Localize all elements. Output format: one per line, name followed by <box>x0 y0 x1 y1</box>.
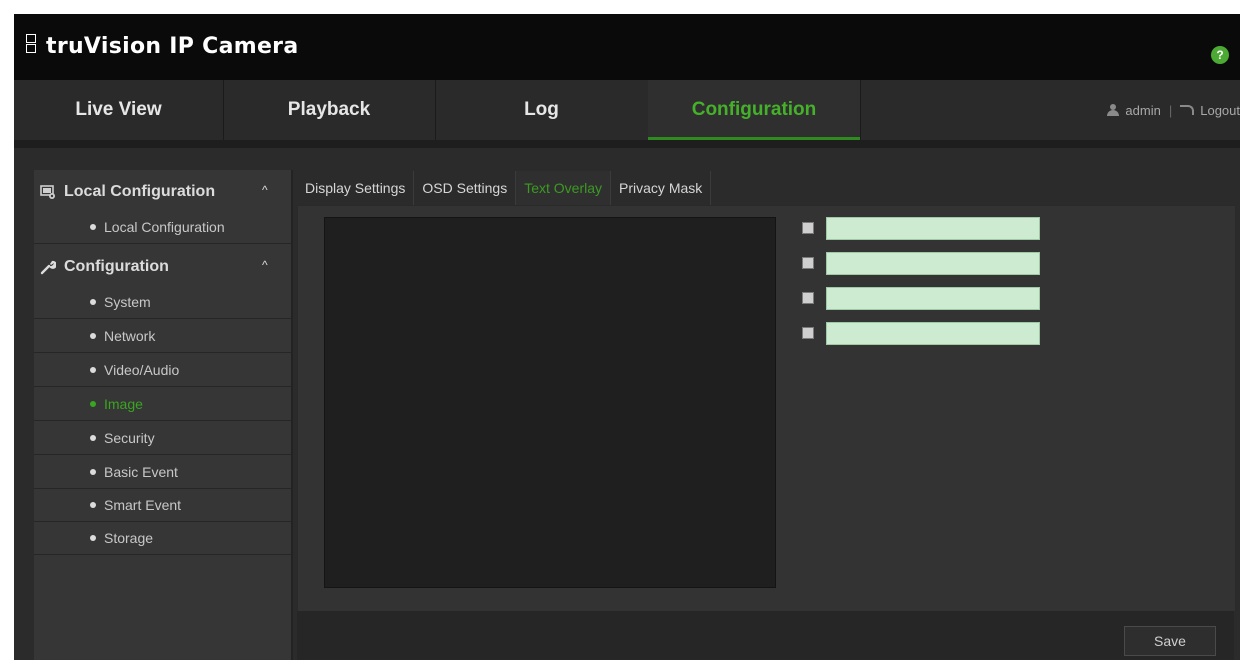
overlay-checkbox-3[interactable] <box>802 292 814 304</box>
user-icon <box>1107 104 1120 116</box>
overlay-text-input-3[interactable] <box>826 287 1040 310</box>
sidebar-item-label: Basic Event <box>104 463 178 480</box>
tab-privacy-mask[interactable]: Privacy Mask <box>611 171 712 205</box>
bullet-icon <box>90 298 96 305</box>
help-icon[interactable]: ? <box>1211 46 1229 64</box>
bullet-icon <box>90 534 96 541</box>
sidebar-item-local-configuration[interactable]: Local Configuration <box>34 210 291 244</box>
sidebar-item-security[interactable]: Security <box>34 421 291 455</box>
sidebar-section-local-configuration[interactable]: Local Configuration ^ <box>34 175 291 209</box>
overlay-checkbox-2[interactable] <box>802 257 814 269</box>
logout-link[interactable]: Logout <box>1200 103 1240 118</box>
sidebar-item-label: Network <box>104 327 156 344</box>
brand-logo: truVision IP Camera <box>24 30 298 60</box>
sidebar-item-smart-event[interactable]: Smart Event <box>34 488 291 522</box>
bullet-icon <box>90 434 96 441</box>
sidebar-item-network[interactable]: Network <box>34 319 291 353</box>
camera-logo-icon <box>24 34 44 60</box>
nav-divider <box>14 140 1240 148</box>
sidebar-item-label: Image <box>104 395 143 412</box>
overlay-text-input-2[interactable] <box>826 252 1040 275</box>
sidebar-item-label: Smart Event <box>104 496 182 513</box>
collapse-caret-icon[interactable]: ^ <box>262 183 268 197</box>
overlay-row-3 <box>802 287 1042 311</box>
sidebar-item-label: Storage <box>104 529 154 546</box>
content-tabs: Display Settings OSD Settings Text Overl… <box>297 171 712 205</box>
sidebar-section-title: Local Configuration <box>64 183 216 200</box>
sidebar-item-storage[interactable]: Storage <box>34 521 291 555</box>
video-preview[interactable] <box>324 217 776 588</box>
bullet-icon <box>90 332 96 339</box>
logout-icon[interactable] <box>1180 105 1195 115</box>
footer-area <box>297 611 1234 660</box>
header-bar: truVision IP Camera ? <box>14 14 1240 80</box>
overlay-row-4 <box>802 322 1042 346</box>
wrench-icon <box>40 259 57 275</box>
local-config-icon <box>40 184 56 200</box>
sidebar-item-label: Local Configuration <box>104 218 225 235</box>
sidebar: Local Configuration ^ Local Configuratio… <box>34 170 291 660</box>
nav-tab-live-view[interactable]: Live View <box>14 80 224 140</box>
sidebar-item-basic-event[interactable]: Basic Event <box>34 455 291 489</box>
content-divider <box>291 170 293 660</box>
sidebar-item-label: Security <box>104 429 155 446</box>
nav-tab-log[interactable]: Log <box>435 80 649 140</box>
overlay-checkbox-1[interactable] <box>802 222 814 234</box>
separator: | <box>1168 102 1173 118</box>
tab-text-overlay[interactable]: Text Overlay <box>516 171 612 205</box>
sidebar-item-video-audio[interactable]: Video/Audio <box>34 353 291 387</box>
brand-title: truVision IP Camera <box>46 34 299 59</box>
sidebar-item-system[interactable]: System <box>34 285 291 319</box>
user-area: admin | Logout <box>1107 80 1240 140</box>
nav-tab-playback[interactable]: Playback <box>223 80 436 140</box>
bullet-icon <box>90 400 96 407</box>
bullet-icon <box>90 223 96 230</box>
text-overlay-panel <box>297 205 1236 612</box>
nav-tab-configuration[interactable]: Configuration <box>648 80 861 140</box>
tab-display-settings[interactable]: Display Settings <box>297 171 415 205</box>
overlay-text-input-4[interactable] <box>826 322 1040 345</box>
overlay-checkbox-4[interactable] <box>802 327 814 339</box>
app-window: truVision IP Camera ? Live View Playback… <box>14 14 1240 660</box>
collapse-caret-icon[interactable]: ^ <box>262 258 268 272</box>
overlay-row-1 <box>802 217 1042 241</box>
tab-osd-settings[interactable]: OSD Settings <box>414 171 517 205</box>
overlay-row-2 <box>802 252 1042 276</box>
main-nav: Live View Playback Log Configuration adm… <box>14 80 1240 141</box>
bullet-icon <box>90 366 96 373</box>
sidebar-item-label: Video/Audio <box>104 361 180 378</box>
sidebar-item-image[interactable]: Image <box>34 387 291 421</box>
sidebar-section-title: Configuration <box>64 258 169 275</box>
overlay-text-input-1[interactable] <box>826 217 1040 240</box>
save-button[interactable]: Save <box>1124 626 1216 656</box>
username: admin <box>1125 102 1161 118</box>
sidebar-item-label: System <box>104 293 151 310</box>
sidebar-section-configuration[interactable]: Configuration ^ <box>34 250 291 284</box>
bullet-icon <box>90 501 96 508</box>
bullet-icon <box>90 468 96 475</box>
